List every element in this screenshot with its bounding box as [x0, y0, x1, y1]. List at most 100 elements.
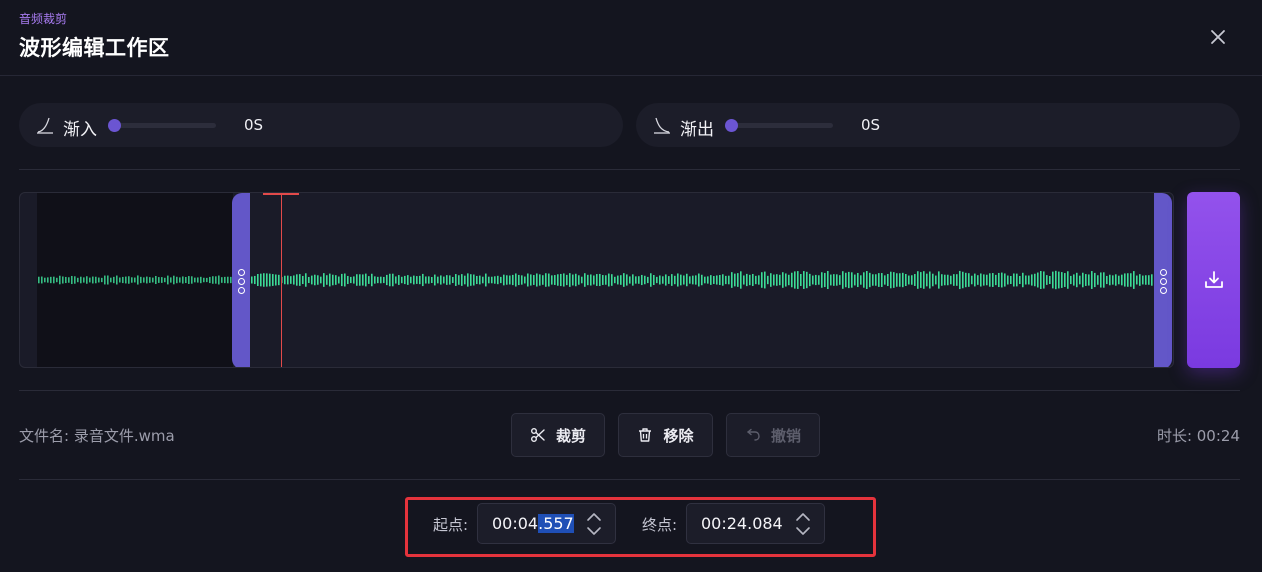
waveform-bar	[668, 276, 670, 284]
waveform-bar	[770, 273, 772, 287]
waveform-bar	[434, 274, 436, 286]
waveform	[38, 270, 1171, 290]
waveform-bar	[569, 273, 571, 287]
waveform-bar	[992, 273, 994, 287]
waveform-bar	[125, 276, 127, 284]
waveform-bar	[941, 274, 943, 286]
scissors-icon	[530, 428, 545, 442]
waveform-bar	[539, 274, 541, 286]
waveform-bar	[401, 276, 403, 284]
waveform-bar	[167, 275, 169, 285]
waveform-bar	[920, 272, 922, 288]
waveform-bar	[629, 276, 631, 284]
waveform-bar	[614, 276, 616, 284]
cut-button[interactable]: 裁剪	[511, 413, 605, 457]
waveform-bar	[983, 274, 985, 286]
waveform-bar	[851, 272, 853, 288]
waveform-bar	[662, 276, 664, 284]
waveform-bar	[497, 275, 499, 285]
selection-start-handle[interactable]	[232, 193, 250, 367]
start-time-stepper[interactable]	[585, 511, 603, 537]
waveform-bar	[863, 272, 865, 288]
waveform-bar	[1064, 273, 1066, 287]
fade-out-slider[interactable]	[725, 119, 833, 132]
waveform-bar	[173, 275, 175, 285]
waveform-bar	[560, 273, 562, 287]
waveform-bar	[368, 276, 370, 284]
waveform-bar	[77, 277, 79, 283]
waveform-bar	[263, 273, 265, 287]
waveform-bar	[557, 274, 559, 286]
waveform-bar	[347, 275, 349, 285]
playhead[interactable]	[281, 193, 282, 367]
waveform-bar	[896, 273, 898, 287]
waveform-bar	[986, 274, 988, 286]
duration-label: 时长: 00:24	[1156, 427, 1240, 445]
fade-in-value: 0S	[244, 116, 264, 134]
waveform-bar	[392, 273, 394, 287]
waveform-bar	[620, 275, 622, 285]
waveform-bar	[56, 277, 58, 283]
waveform-bar	[935, 275, 937, 285]
fade-out-slider-thumb[interactable]	[725, 119, 738, 132]
waveform-bar	[1043, 271, 1045, 289]
waveform-bar	[1031, 274, 1033, 286]
waveform-bar	[479, 275, 481, 285]
waveform-bar	[356, 274, 358, 286]
download-icon	[1204, 271, 1223, 288]
waveform-bar	[734, 273, 736, 287]
waveform-bar	[425, 276, 427, 284]
waveform-bar	[722, 274, 724, 286]
close-button[interactable]	[1205, 24, 1231, 50]
waveform-bar	[989, 273, 991, 287]
waveform-bar	[53, 276, 55, 284]
waveform-bar	[833, 274, 835, 286]
end-time-value: 00:24.084	[701, 514, 783, 533]
download-button[interactable]	[1187, 192, 1240, 368]
end-time-input[interactable]: 00:24.084	[686, 503, 825, 544]
waveform-bar	[326, 275, 328, 285]
waveform-bar	[908, 275, 910, 285]
selection-end-handle[interactable]	[1154, 193, 1172, 367]
waveform-bar	[329, 273, 331, 287]
waveform-bar	[887, 273, 889, 287]
waveform-bar	[389, 273, 391, 287]
waveform-bar	[686, 273, 688, 287]
waveform-bar	[800, 274, 802, 286]
start-time-input[interactable]: 00:04.557	[477, 503, 616, 544]
waveform-bar	[350, 276, 352, 284]
waveform-bar	[197, 277, 199, 283]
waveform-bar	[362, 274, 364, 286]
grip-icon	[1159, 268, 1167, 294]
waveform-bar	[623, 273, 625, 287]
undo-button[interactable]: 撤销	[726, 413, 820, 457]
waveform-bar	[515, 273, 517, 287]
waveform-bar	[1139, 274, 1141, 286]
waveform-bar	[551, 275, 553, 285]
start-time-value-prefix: 00:04	[492, 514, 539, 533]
waveform-bar	[365, 273, 367, 287]
waveform-bar	[905, 274, 907, 286]
dialog-header: 音频裁剪 波形编辑工作区	[0, 0, 1262, 76]
end-time-label: 终点:	[642, 516, 678, 534]
waveform-bar	[410, 276, 412, 284]
end-time-stepper[interactable]	[794, 511, 812, 537]
fade-in-slider[interactable]	[108, 119, 216, 132]
waveform-bar	[218, 275, 220, 285]
waveform-bar	[755, 275, 757, 285]
waveform-area[interactable]	[19, 192, 1174, 368]
fade-in-slider-thumb[interactable]	[108, 119, 121, 132]
waveform-bar	[203, 277, 205, 283]
waveform-bar	[1037, 272, 1039, 288]
waveform-bar	[89, 277, 91, 283]
waveform-bar	[374, 276, 376, 284]
waveform-bar	[677, 273, 679, 287]
remove-button[interactable]: 移除	[618, 413, 713, 457]
waveform-bar	[452, 276, 454, 284]
waveform-bar	[386, 274, 388, 286]
waveform-bar	[884, 275, 886, 285]
waveform-bar	[272, 274, 274, 286]
waveform-bar	[323, 273, 325, 287]
waveform-bar	[707, 276, 709, 284]
waveform-bar	[311, 275, 313, 285]
